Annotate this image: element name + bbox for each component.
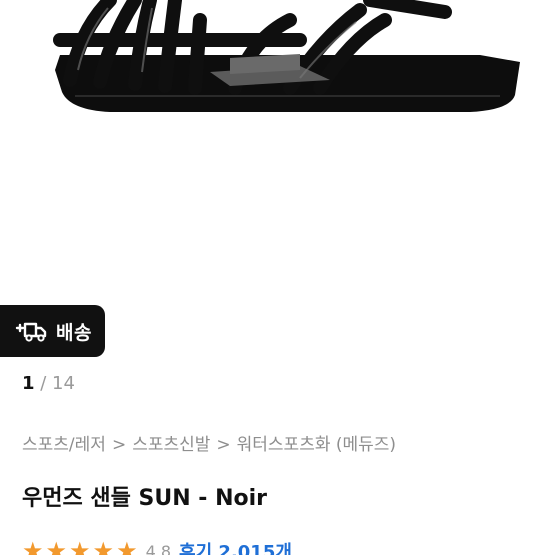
star-icon: ★ <box>92 537 115 555</box>
rating-stars: ★ ★ ★ ★ ★ <box>22 539 138 555</box>
rating-value: 4.8 <box>145 541 172 555</box>
star-icon: ★ <box>22 537 44 555</box>
breadcrumb-item-water-shoes[interactable]: 워터스포츠화 (메듀즈) <box>237 435 396 455</box>
image-counter-separator: / <box>34 373 53 394</box>
breadcrumb-item-sports-leisure[interactable]: 스포츠/레저 <box>22 435 106 455</box>
star-icon: ★ <box>45 537 68 555</box>
product-image[interactable] <box>0 0 555 300</box>
star-icon: ★ <box>69 537 91 555</box>
breadcrumb-separator: > <box>111 435 127 455</box>
image-counter-current: 1 <box>22 373 35 394</box>
product-title: 우먼즈 샌들 SUN - Noir <box>22 486 268 511</box>
breadcrumb: 스포츠/레저 > 스포츠신발 > 워터스포츠화 (메듀즈) <box>22 430 396 455</box>
breadcrumb-item-sports-shoes[interactable]: 스포츠신발 <box>132 435 210 455</box>
reviews-link[interactable]: 후기 2,015개 <box>179 538 292 555</box>
image-counter: 1 / 14 <box>22 373 75 394</box>
delivery-truck-icon <box>14 319 48 343</box>
breadcrumb-separator: > <box>216 435 231 455</box>
star-icon: ★ <box>116 537 138 555</box>
delivery-badge[interactable]: 배송 <box>0 305 105 357</box>
image-counter-total: 14 <box>52 373 75 394</box>
rating-row: ★ ★ ★ ★ ★ 4.8 후기 2,015개 <box>22 538 292 555</box>
sandal-illustration <box>53 0 520 112</box>
delivery-badge-label: 배송 <box>56 321 92 344</box>
